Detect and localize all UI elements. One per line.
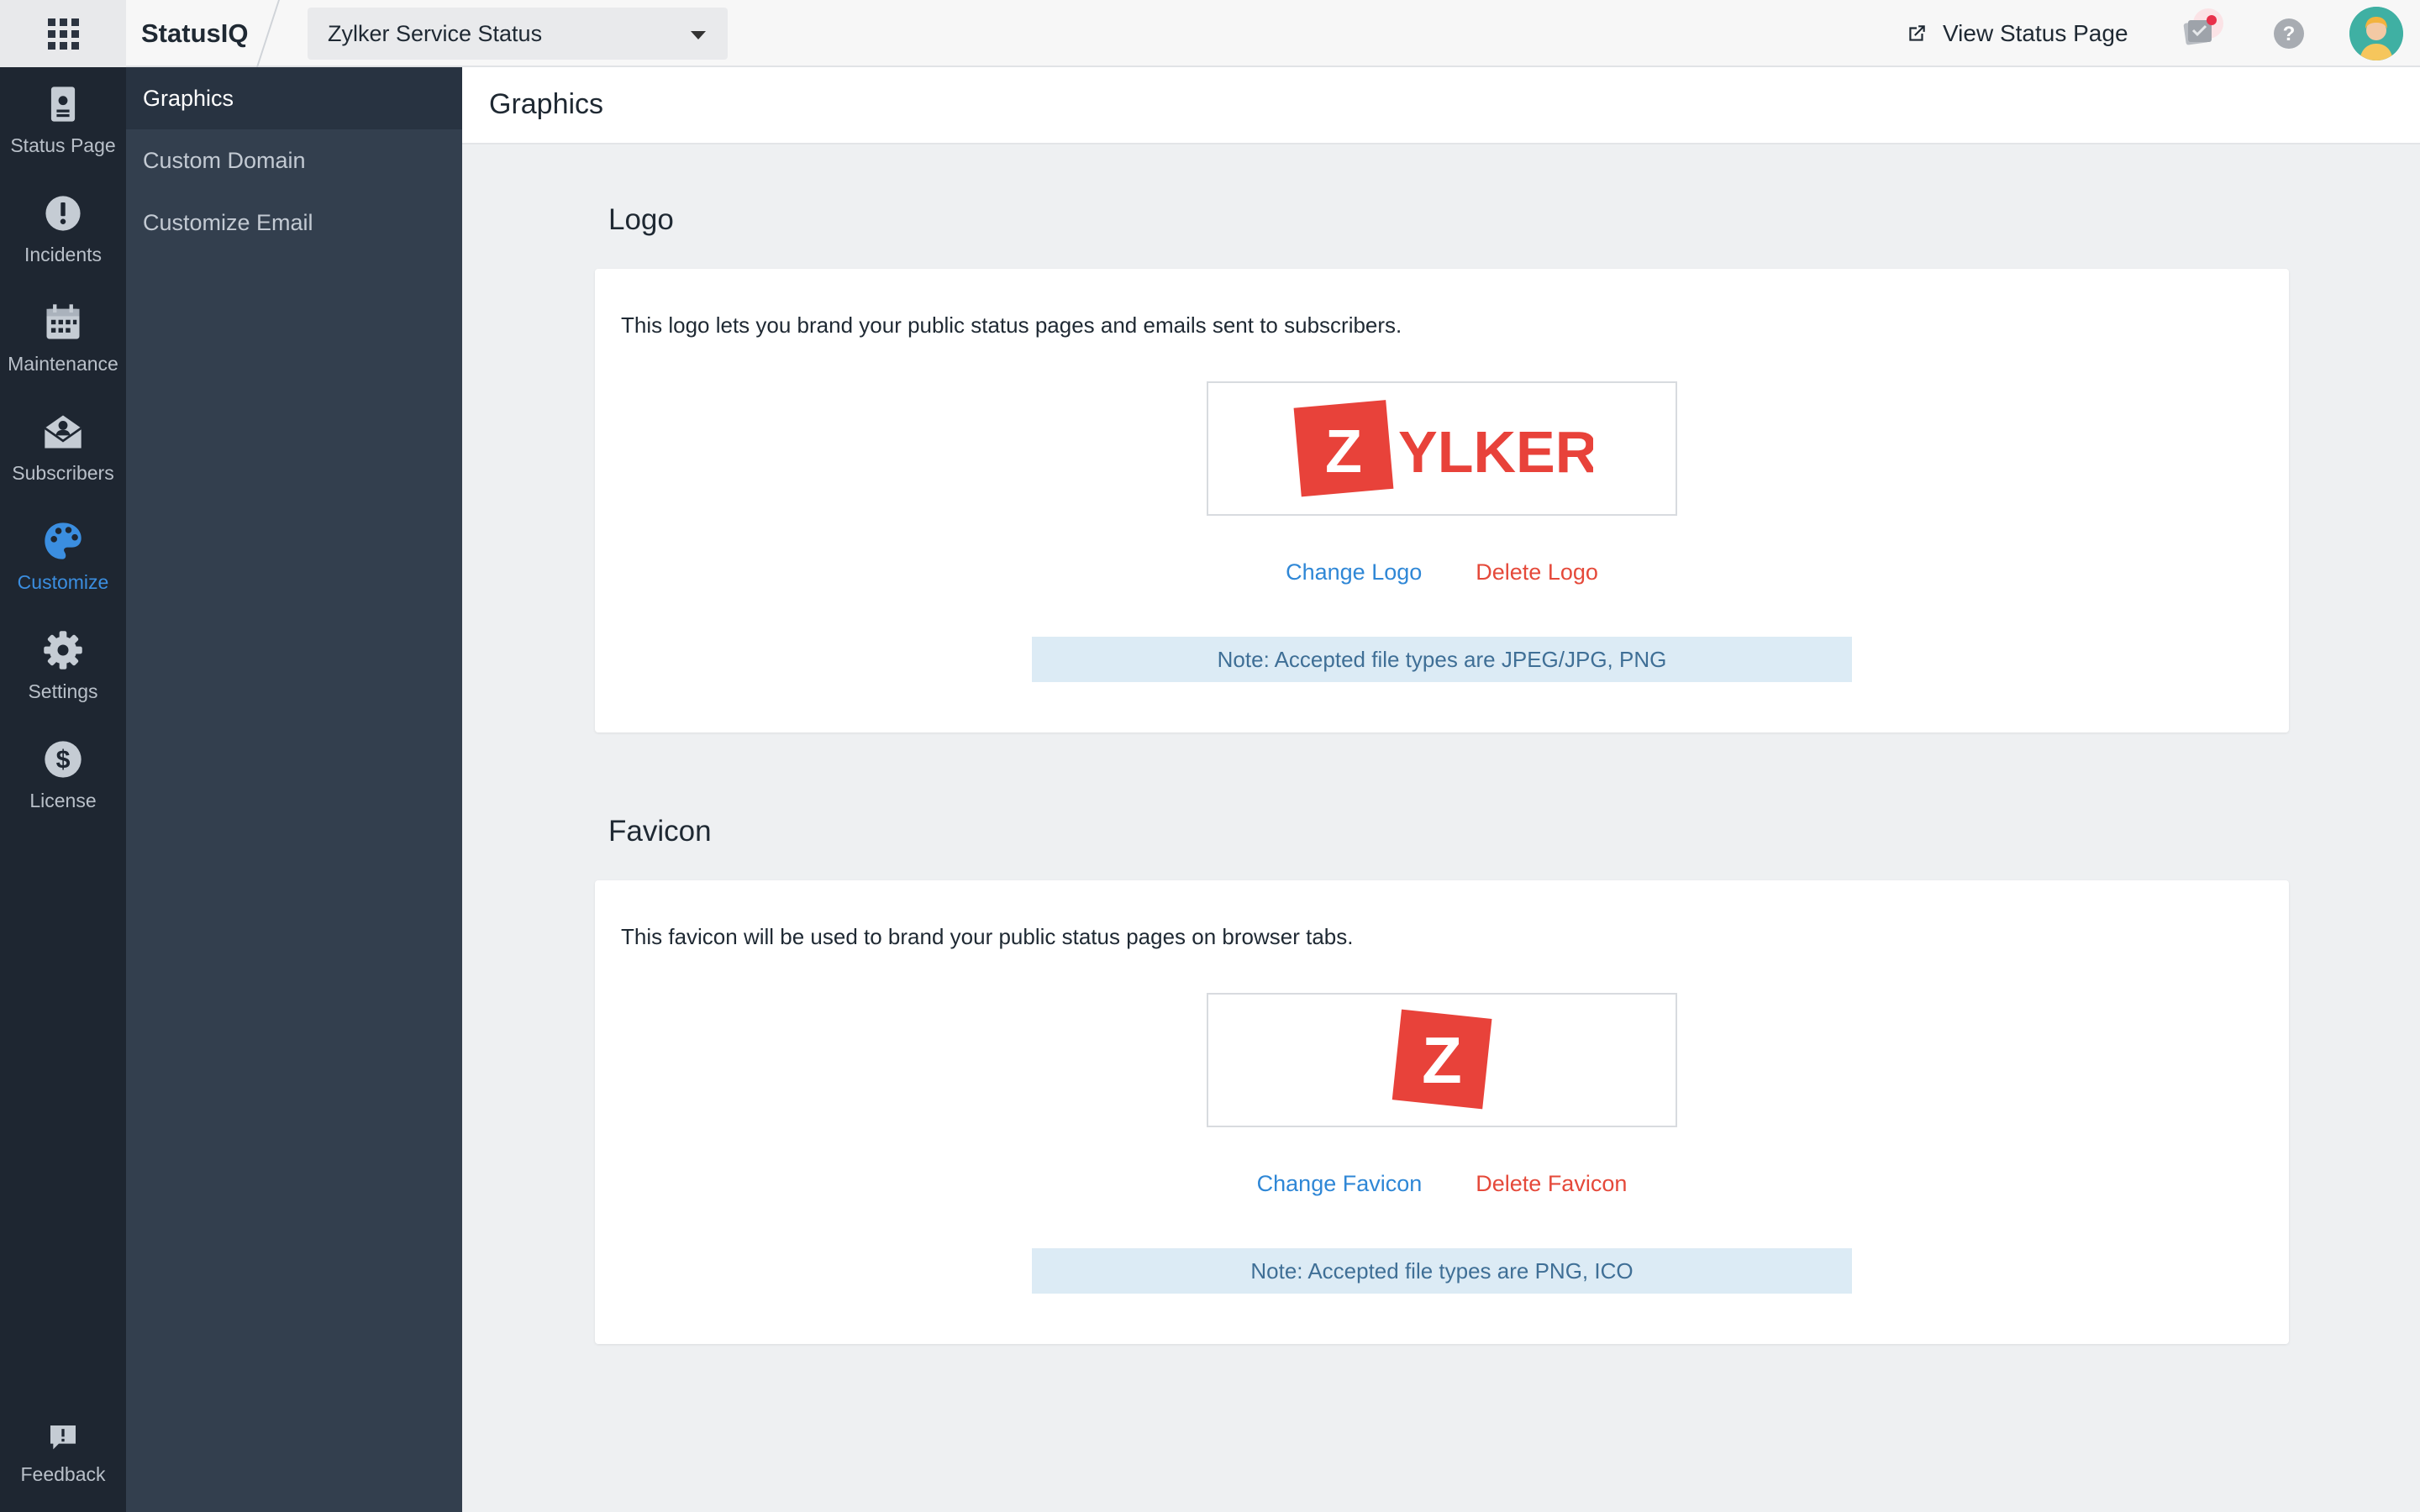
- subscribers-icon: [44, 415, 82, 449]
- notification-cards-icon: [2183, 8, 2223, 45]
- zylker-logo: Z YLKER: [1293, 400, 1593, 497]
- logo-card: This logo lets you brand your public sta…: [595, 269, 2289, 732]
- help-icon: ?: [2274, 18, 2304, 49]
- secondary-nav: Graphics Custom Domain Customize Email: [126, 67, 462, 1512]
- gear-icon: [44, 631, 82, 669]
- project-select[interactable]: Zylker Service Status: [308, 8, 728, 60]
- favicon-actions: Change Favicon Delete Favicon: [595, 1171, 2289, 1205]
- favicon-description: This favicon will be used to brand your …: [621, 924, 1354, 949]
- rail-item-label: Customize: [17, 571, 109, 593]
- favicon-letter: Z: [1422, 1023, 1462, 1097]
- rail-item-customize[interactable]: Customize: [0, 504, 126, 605]
- rail-item-subscribers[interactable]: Subscribers: [0, 395, 126, 496]
- change-logo-link[interactable]: Change Logo: [1286, 559, 1422, 593]
- subnav-item-customize-email[interactable]: Customize Email: [126, 192, 462, 254]
- rail-item-status-page[interactable]: Status Page: [0, 67, 126, 168]
- caret-down-icon: [691, 31, 706, 39]
- logo-letter: Z: [1325, 418, 1362, 486]
- view-status-page-link[interactable]: View Status Page: [1906, 0, 2128, 67]
- rail-item-label: License: [29, 790, 97, 811]
- favicon-preview: Z: [1207, 993, 1677, 1127]
- rail-item-label: Settings: [28, 680, 98, 702]
- dollar-icon: $: [45, 741, 82, 778]
- notifications-button[interactable]: [2181, 8, 2223, 54]
- rail-item-label: Incidents: [24, 244, 103, 265]
- logo-actions: Change Logo Delete Logo: [595, 559, 2289, 593]
- logo-file-type-note: Note: Accepted file types are JPEG/JPG, …: [1032, 637, 1852, 682]
- brand-divider: [256, 0, 280, 67]
- svg-text:$: $: [56, 746, 71, 774]
- external-link-icon: [1909, 25, 1925, 41]
- subnav-item-custom-domain[interactable]: Custom Domain: [126, 129, 462, 192]
- rail-item-incidents[interactable]: Incidents: [0, 176, 126, 277]
- delete-logo-link[interactable]: Delete Logo: [1476, 559, 1598, 593]
- brand-name: StatusIQ: [141, 18, 249, 48]
- favicon-card: This favicon will be used to brand your …: [595, 880, 2289, 1344]
- rail-item-label: Status Page: [10, 134, 116, 156]
- status-page-icon: [50, 87, 76, 122]
- delete-favicon-link[interactable]: Delete Favicon: [1476, 1171, 1627, 1205]
- rail-item-label: Feedback: [20, 1463, 106, 1485]
- top-bar: StatusIQ Zylker Service Status View Stat…: [0, 0, 2420, 67]
- help-button[interactable]: ?: [2269, 13, 2309, 54]
- incidents-icon: [45, 196, 81, 231]
- favicon-section-title: Favicon: [608, 815, 712, 848]
- app-switcher-button[interactable]: [0, 0, 126, 67]
- palette-icon: [45, 522, 82, 559]
- view-status-page-label: View Status Page: [1943, 20, 2128, 46]
- favicon-file-type-note: Note: Accepted file types are PNG, ICO: [1032, 1248, 1852, 1294]
- calendar-icon: [46, 304, 80, 339]
- logo-preview: Z YLKER: [1207, 381, 1677, 516]
- feedback-icon: [50, 1425, 76, 1450]
- rail-item-maintenance[interactable]: Maintenance: [0, 286, 126, 386]
- logo-wordmark: YLKER: [1398, 419, 1593, 485]
- svg-text:?: ?: [2283, 23, 2296, 45]
- rail-item-feedback[interactable]: Feedback: [0, 1403, 126, 1504]
- rail-item-label: Maintenance: [8, 353, 118, 375]
- rail-item-label: Subscribers: [12, 462, 114, 484]
- apps-grid-icon: [47, 18, 79, 50]
- user-avatar[interactable]: [2349, 7, 2403, 60]
- page-title: Graphics: [462, 67, 2420, 144]
- zylker-favicon: Z: [1392, 1009, 1492, 1110]
- primary-nav-rail: Status Page Incidents Maintenance Subscr…: [0, 67, 126, 1512]
- subnav-item-graphics[interactable]: Graphics: [126, 67, 462, 129]
- change-favicon-link[interactable]: Change Favicon: [1257, 1171, 1423, 1205]
- project-select-value: Zylker Service Status: [328, 20, 543, 46]
- logo-section-title: Logo: [608, 203, 674, 236]
- rail-item-license[interactable]: $ License: [0, 722, 126, 823]
- logo-description: This logo lets you brand your public sta…: [621, 312, 1402, 338]
- avatar-icon: [2349, 7, 2403, 60]
- rail-item-settings[interactable]: Settings: [0, 613, 126, 714]
